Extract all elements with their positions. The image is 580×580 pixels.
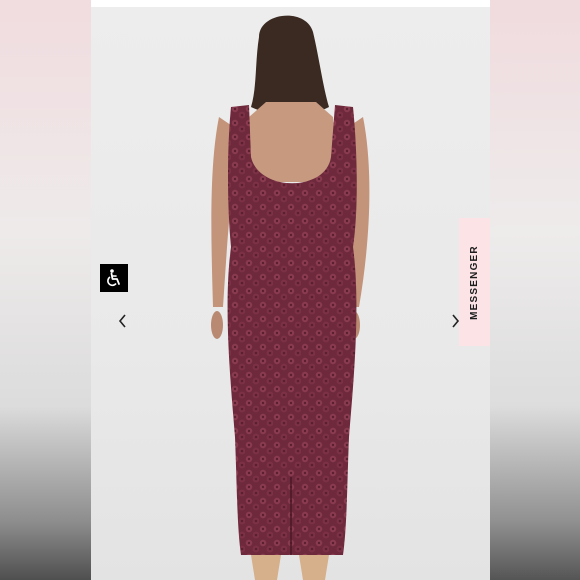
wheelchair-icon [107, 269, 120, 287]
accessibility-button[interactable] [100, 264, 128, 292]
messenger-label: MESSENGER [469, 244, 481, 320]
product-photo [91, 7, 490, 580]
chevron-left-icon [118, 314, 126, 328]
previous-image-button[interactable] [113, 311, 133, 331]
right-background-panel [490, 0, 580, 580]
dress-model-illustration [211, 15, 370, 580]
messenger-tab[interactable]: MESSENGER [459, 218, 490, 346]
top-white-strip [91, 0, 490, 7]
left-background-panel [0, 0, 91, 580]
